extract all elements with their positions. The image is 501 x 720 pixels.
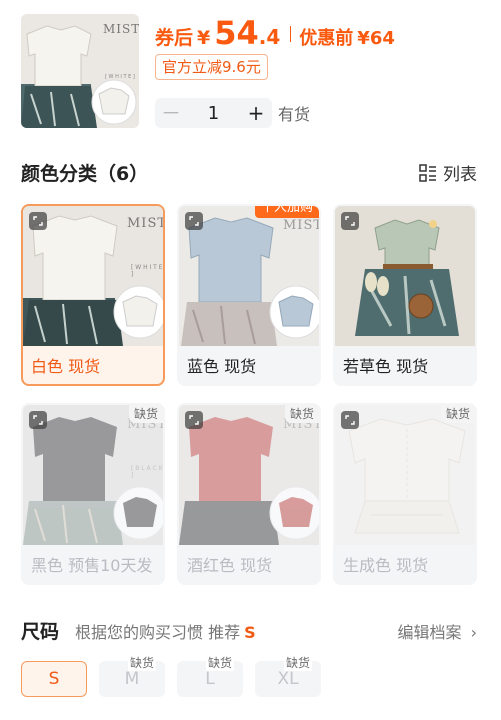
zoom-icon[interactable] [341,411,359,429]
discount-badge: 官方立减9.6元 [155,54,268,80]
size-option-l[interactable]: 缺货 L [177,654,243,697]
price-decimal: .4 [258,25,281,49]
thumb-brand-text: MIST [103,22,139,36]
size-option-label: S [48,669,60,689]
size-option-m[interactable]: 缺货 M [99,654,165,697]
color-option-blue[interactable]: MIST 千人加购 蓝色 现货 [177,204,321,386]
list-view-label: 列表 [443,165,477,185]
price-row: 券后 ¥ 54 .4 优惠前 ¥64 [155,14,395,54]
quantity-stepper: － 1 + [155,98,272,128]
coupon-label: 券后 [155,27,194,49]
size-option-label: M [124,669,140,689]
out-of-stock-badge: 缺货 [440,405,475,423]
color-option-white[interactable]: MIST [ W H I T E ] 白色 现货 [21,204,165,386]
out-of-stock-badge: 缺货 [205,654,234,671]
size-options: S 缺货 M 缺货 L 缺货 XL [21,654,321,697]
color-options-grid: MIST [ W H I T E ] 白色 现货 MIST 千人加购 蓝色 现货 [21,204,477,585]
thumb-color-text: [ W H I T E ] [105,74,135,80]
size-option-xl[interactable]: 缺货 XL [255,654,321,697]
color-option-grass-green[interactable]: 若草色 现货 [333,204,477,386]
product-thumbnail[interactable]: MIST [ W H I T E ] [21,14,139,128]
out-of-stock-badge: 缺货 [127,654,156,671]
popularity-badge: 千人加购 [254,206,319,218]
edit-profile-link[interactable]: 编辑档案 › [397,619,477,643]
out-of-stock-badge: 缺货 [284,405,319,423]
edit-profile-label: 编辑档案 [397,623,462,642]
increase-button[interactable]: + [240,98,272,128]
color-option-label: 若草色 现货 [343,357,429,376]
list-view-toggle[interactable]: 列表 [419,160,477,185]
stock-status: 有货 [278,105,311,124]
size-recommendation: 根据您的购买习惯 推荐 S [75,619,256,643]
image-color-text: [ B L A C K ] [131,465,163,479]
recommended-size: S [244,623,256,642]
color-option-label: 白色 现货 [31,357,101,376]
original-price-label: 优惠前 [299,28,354,49]
color-option-label: 酒红色 现货 [187,556,273,575]
size-option-label: XL [277,669,299,689]
color-option-label: 蓝色 现货 [187,357,257,376]
currency-symbol: ¥ [197,27,211,49]
color-option-label: 黑色 预售10天发 [31,556,153,575]
image-color-text: [ W H I T E ] [131,264,163,278]
size-section-title: 尺码 [21,621,60,643]
zoom-icon[interactable] [29,411,47,429]
out-of-stock-badge: 缺货 [128,405,163,423]
chevron-right-icon: › [470,623,477,642]
zoom-icon[interactable] [29,212,47,230]
color-option-natural[interactable]: 缺货 生成色 现货 [333,403,477,585]
image-brand-text: MIST [283,218,319,233]
list-icon [419,163,436,182]
size-option-s[interactable]: S [21,661,87,697]
zoom-icon[interactable] [185,212,203,230]
color-option-label: 生成色 现货 [343,556,429,575]
image-brand-text: MIST [127,216,163,231]
size-option-label: L [205,669,215,689]
price-integer: 54 [214,14,259,52]
zoom-icon[interactable] [341,212,359,230]
price-divider [290,26,292,42]
zoom-icon[interactable] [185,411,203,429]
original-price: ¥64 [357,28,395,49]
color-option-black[interactable]: MIST [ B L A C K ] 缺货 黑色 预售10天发 [21,403,165,585]
out-of-stock-badge: 缺货 [283,654,312,671]
decrease-button[interactable]: － [155,98,187,128]
size-recommendation-text: 根据您的购买习惯 推荐 [75,623,241,642]
color-option-wine-red[interactable]: MIST 缺货 酒红色 现货 [177,403,321,585]
color-section-title: 颜色分类（6） [21,163,149,185]
quantity-value[interactable]: 1 [187,103,240,124]
